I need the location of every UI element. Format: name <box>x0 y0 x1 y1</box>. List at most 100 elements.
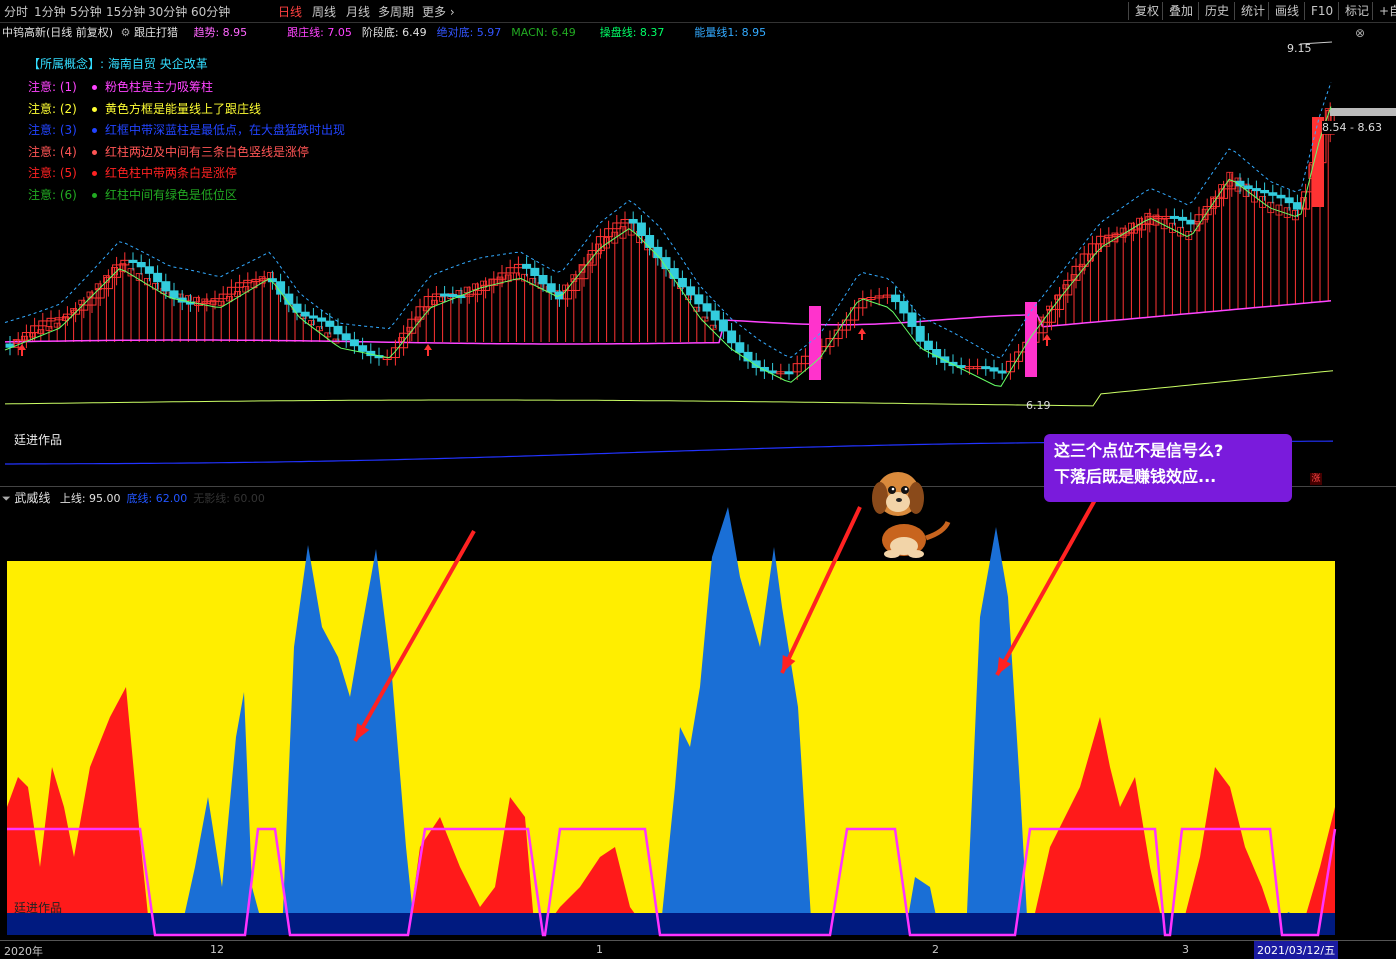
indicator-toggle-icon[interactable]: ⏷ <box>2 492 11 505</box>
toolbar-button-4[interactable]: 画线 <box>1268 2 1305 20</box>
toolbar-button-0[interactable]: 复权 <box>1128 2 1165 20</box>
candle-body <box>735 342 745 353</box>
candle-body <box>891 294 901 303</box>
candle-body <box>522 263 532 269</box>
candle-body <box>1260 189 1270 194</box>
period-tab-6[interactable]: 日线 <box>278 3 302 20</box>
candle-body <box>923 340 933 351</box>
bullet-icon <box>92 106 97 112</box>
candle-body <box>1292 202 1302 210</box>
period-tab-10[interactable]: 更多 › <box>422 3 455 20</box>
period-tab-2[interactable]: 5分钟 <box>70 3 102 20</box>
candle-body <box>358 345 368 352</box>
axis-label-mar: 3 <box>1182 943 1189 956</box>
buy-arrow-icon <box>18 344 26 356</box>
toolbar-button-6[interactable]: 标记 <box>1338 2 1375 20</box>
candle-body <box>448 294 458 298</box>
watermark-top: 廷进作品 <box>14 433 63 447</box>
main-header: 中钨高新(日线 前复权) ⚙ 跟庄打猎 趋势: 8.95 跟庄线: 7.05 阶段底… <box>2 24 766 40</box>
note-text: 红色柱中带两条白是涨停 <box>105 166 238 180</box>
indicator-name[interactable]: 跟庄打猎 <box>134 26 178 39</box>
candle-body <box>997 370 1007 374</box>
callout-line2: 下落后既是赚钱效应... <box>1054 467 1217 486</box>
note-number: 注意: (1) <box>28 80 77 94</box>
note-text: 黄色方框是能量线上了跟庄线 <box>105 101 262 116</box>
period-tab-3[interactable]: 15分钟 <box>106 3 145 20</box>
indicator-chart[interactable] <box>0 487 1396 941</box>
indicator-pane: ⏷ 武威线 上线: 95.00 底线: 62.00 无影线: 60.00 廷进作品 … <box>0 473 1396 941</box>
period-tab-7[interactable]: 周线 <box>312 3 336 20</box>
note-line: 注意: (6) 红柱中间有绿色是低位区 <box>28 186 237 203</box>
buy-arrow-icon <box>858 328 866 340</box>
price-marker <box>1330 108 1396 116</box>
period-tab-9[interactable]: 多周期 <box>378 3 414 20</box>
bullet-icon <box>92 192 97 198</box>
indicator-value-1: 底线: 62.00 <box>126 492 188 505</box>
candle-body <box>136 262 146 268</box>
axis-label-year: 2020年 <box>4 945 43 958</box>
note-line: 注意: (2) 黄色方框是能量线上了跟庄线 <box>28 100 261 117</box>
axis-label-dec: 12 <box>210 943 224 956</box>
note-number: 注意: (4) <box>28 144 77 159</box>
navy-band <box>7 913 1335 935</box>
indicator-title[interactable]: 武威线 <box>14 491 50 505</box>
follow-line <box>4 300 1332 345</box>
candle-body <box>333 325 343 335</box>
candle-body <box>1284 197 1294 204</box>
callout-line1: 这三个点位不是信号么? <box>1054 441 1224 460</box>
toolbar-button-5[interactable]: F10 <box>1304 2 1339 20</box>
candle-body <box>341 333 351 341</box>
close-icon[interactable]: ⊗ <box>1355 26 1365 40</box>
toolbar-button-3[interactable]: 统计 <box>1234 2 1271 20</box>
candle-body <box>1276 194 1286 199</box>
candle-body <box>530 267 540 276</box>
concept-value: 海南自贸 央企改革 <box>107 57 208 71</box>
note-number: 注意: (5) <box>28 166 77 180</box>
candle-body <box>636 222 646 237</box>
indicator-gear-icon[interactable]: ⚙ <box>121 26 131 39</box>
period-tab-4[interactable]: 30分钟 <box>148 3 187 20</box>
candle-body <box>907 312 917 327</box>
note-line: 注意: (1) 粉色柱是主力吸筹柱 <box>28 78 213 95</box>
candle-body <box>694 294 704 305</box>
toolbar-button-1[interactable]: 叠加 <box>1162 2 1199 20</box>
candle-body <box>161 281 171 292</box>
note-text: 红框中带深蓝柱是最低点，在大盘猛跌时出现 <box>105 123 346 137</box>
concept-label: 【所属概念】: <box>28 57 105 71</box>
concept-line: 【所属概念】: 海南自贸 央企改革 <box>28 55 208 72</box>
toolbar-button-7[interactable]: +自 <box>1372 2 1396 20</box>
candle-body <box>784 371 794 375</box>
high-price-label: 9.15 <box>1287 42 1312 55</box>
period-toolbar: 分时 1分钟 5分钟 15分钟 30分钟 60分钟 日线 周线 月线 多周期 更多 › 复权 叠加 历史… <box>0 0 1396 23</box>
candle-body <box>628 218 638 224</box>
period-tab-8[interactable]: 月线 <box>346 3 370 20</box>
indicator-value-2: 无影线: 60.00 <box>193 492 265 505</box>
stock-title: 中钨高新(日线 前复权) <box>2 26 114 39</box>
period-tab-1[interactable]: 1分钟 <box>34 3 66 20</box>
note-number: 注意: (2) <box>28 101 77 116</box>
period-tab-5[interactable]: 60分钟 <box>191 3 230 20</box>
candle-body <box>1251 188 1261 192</box>
candle-body <box>1243 185 1253 190</box>
header-value-1: 跟庄线: 7.05 <box>287 26 352 39</box>
bullet-icon <box>92 149 97 155</box>
pink-bar <box>1025 302 1037 377</box>
toolbar-button-2[interactable]: 历史 <box>1198 2 1235 20</box>
indicator-value-0: 上线: 95.00 <box>59 492 121 505</box>
stage-bottom-line <box>4 370 1334 407</box>
note-line: 注意: (4) 红柱两边及中间有三条白色竖线是涨停 <box>28 143 309 160</box>
limit-marker-icon: 涨 <box>1310 473 1322 485</box>
note-number: 注意: (3) <box>28 123 77 137</box>
candle-body <box>718 319 728 332</box>
header-value-6: 能量线1: 8.95 <box>694 26 767 39</box>
buy-arrow-icon <box>424 344 432 356</box>
bullet-icon <box>92 128 97 133</box>
header-value-4: MACN: 6.49 <box>511 26 576 39</box>
candle-body <box>1169 215 1179 219</box>
candle-body <box>169 290 179 299</box>
candle-body <box>981 366 991 370</box>
candle-body <box>1178 216 1188 221</box>
low-price-label: 6.19 <box>1026 399 1051 412</box>
period-tab-0[interactable]: 分时 <box>4 3 28 20</box>
candle-body <box>144 266 154 274</box>
